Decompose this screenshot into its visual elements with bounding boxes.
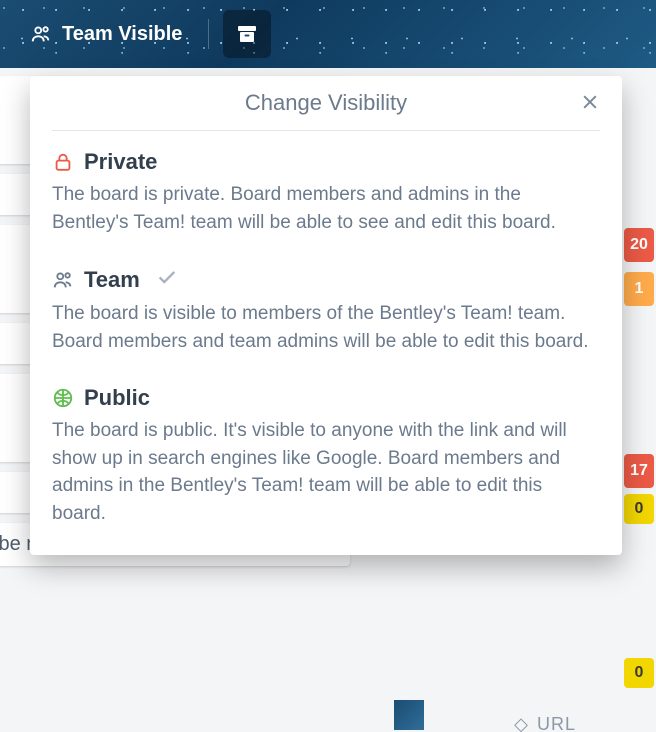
check-icon [156, 266, 178, 294]
visibility-button[interactable]: Team Visible [18, 17, 194, 52]
option-description: The board is visible to members of the B… [52, 300, 600, 355]
board-header: Team Visible [0, 0, 656, 68]
option-description: The board is private. Board members and … [52, 181, 600, 236]
avatar[interactable] [394, 700, 424, 730]
visibility-option-private[interactable]: Private The board is private. Board memb… [52, 149, 600, 236]
option-title: Public [84, 385, 150, 411]
visibility-option-public[interactable]: Public The board is public. It's visible… [52, 385, 600, 527]
close-icon [580, 92, 600, 112]
label-badge[interactable]: 0 [624, 494, 654, 524]
archive-button[interactable] [223, 10, 271, 58]
label-badge[interactable]: 20 [624, 228, 654, 262]
option-description: The board is public. It's visible to any… [52, 417, 600, 527]
popover-header: Change Visibility [52, 90, 600, 131]
label-badge[interactable]: 17 [624, 454, 654, 488]
close-button[interactable] [580, 92, 600, 117]
header-divider [208, 19, 209, 49]
popover-title: Change Visibility [245, 90, 407, 115]
url-label: ◇URL [514, 714, 576, 732]
globe-icon [52, 387, 74, 409]
archive-icon [235, 22, 259, 46]
visibility-button-label: Team Visible [62, 23, 182, 46]
team-icon [52, 269, 74, 291]
change-visibility-popover: Change Visibility Private The board is p… [30, 76, 622, 555]
label-badge[interactable]: 0 [624, 658, 654, 688]
visibility-option-team[interactable]: Team The board is visible to members of … [52, 266, 600, 355]
team-icon [30, 23, 52, 45]
option-title: Team [84, 267, 140, 293]
lock-icon [52, 151, 74, 173]
option-title: Private [84, 149, 157, 175]
label-badge[interactable]: 1 [624, 272, 654, 306]
